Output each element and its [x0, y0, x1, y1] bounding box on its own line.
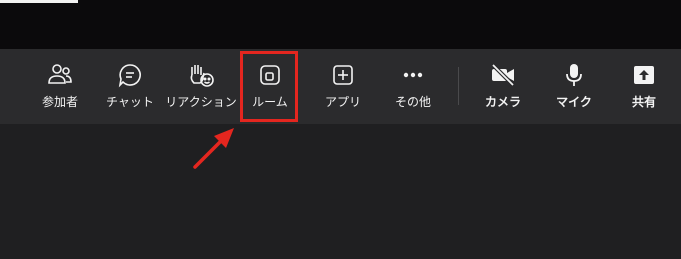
pointer-arrow	[193, 128, 234, 169]
